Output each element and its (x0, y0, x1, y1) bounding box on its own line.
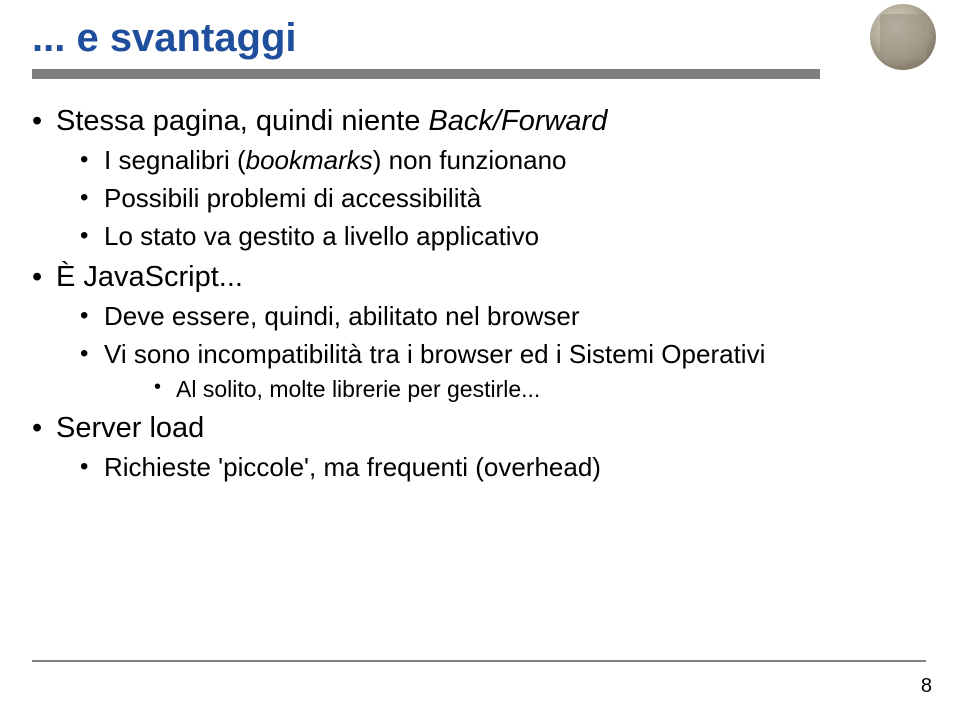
bullet-text: Al solito, molte librerie per gestirle..… (176, 376, 540, 402)
title-divider (32, 69, 820, 79)
bullet-item: Al solito, molte librerie per gestirle..… (104, 374, 928, 406)
bullet-text: ) non funzionano (373, 145, 567, 175)
bullet-italic: bookmarks (246, 145, 373, 175)
slide-title: ... e svantaggi (32, 16, 928, 61)
slide: ... e svantaggi Stessa pagina, quindi ni… (0, 0, 960, 712)
bullet-item: Deve essere, quindi, abilitato nel brows… (56, 299, 928, 335)
bullet-list-level3: Al solito, molte librerie per gestirle..… (104, 374, 928, 406)
bullet-text: Server load (56, 412, 204, 444)
bullet-item: È JavaScript... Deve essere, quindi, abi… (32, 257, 928, 407)
seal-inner (880, 14, 926, 60)
university-seal-logo (870, 4, 936, 70)
bullet-item: Possibili problemi di accessibilità (56, 181, 928, 217)
bullet-list-level2: I segnalibri (bookmarks) non funzionano … (56, 143, 928, 255)
slide-content: Stessa pagina, quindi niente Back/Forwar… (32, 101, 928, 486)
bullet-text: I segnalibri ( (104, 145, 246, 175)
bullet-text: Lo stato va gestito a livello applicativ… (104, 221, 539, 251)
bullet-list-level1: Stessa pagina, quindi niente Back/Forwar… (32, 101, 928, 486)
bullet-text: Richieste 'piccole', ma frequenti (overh… (104, 452, 601, 482)
page-number: 8 (921, 675, 932, 698)
bottom-divider (32, 660, 926, 662)
bullet-item: Server load Richieste 'piccole', ma freq… (32, 408, 928, 486)
bullet-text: Deve essere, quindi, abilitato nel brows… (104, 301, 579, 331)
bullet-italic: Back/Forward (428, 105, 607, 137)
bullet-list-level2: Deve essere, quindi, abilitato nel brows… (56, 299, 928, 406)
bullet-text: Stessa pagina, quindi niente (56, 105, 428, 137)
bullet-item: Stessa pagina, quindi niente Back/Forwar… (32, 101, 928, 255)
bullet-list-level2: Richieste 'piccole', ma frequenti (overh… (56, 450, 928, 486)
bullet-text: Possibili problemi di accessibilità (104, 183, 481, 213)
bullet-text: Vi sono incompatibilità tra i browser ed… (104, 339, 765, 369)
bullet-item: Richieste 'piccole', ma frequenti (overh… (56, 450, 928, 486)
bullet-item: Vi sono incompatibilità tra i browser ed… (56, 337, 928, 407)
bullet-item: Lo stato va gestito a livello applicativ… (56, 219, 928, 255)
bullet-item: I segnalibri (bookmarks) non funzionano (56, 143, 928, 179)
bullet-text: È JavaScript... (56, 261, 243, 293)
